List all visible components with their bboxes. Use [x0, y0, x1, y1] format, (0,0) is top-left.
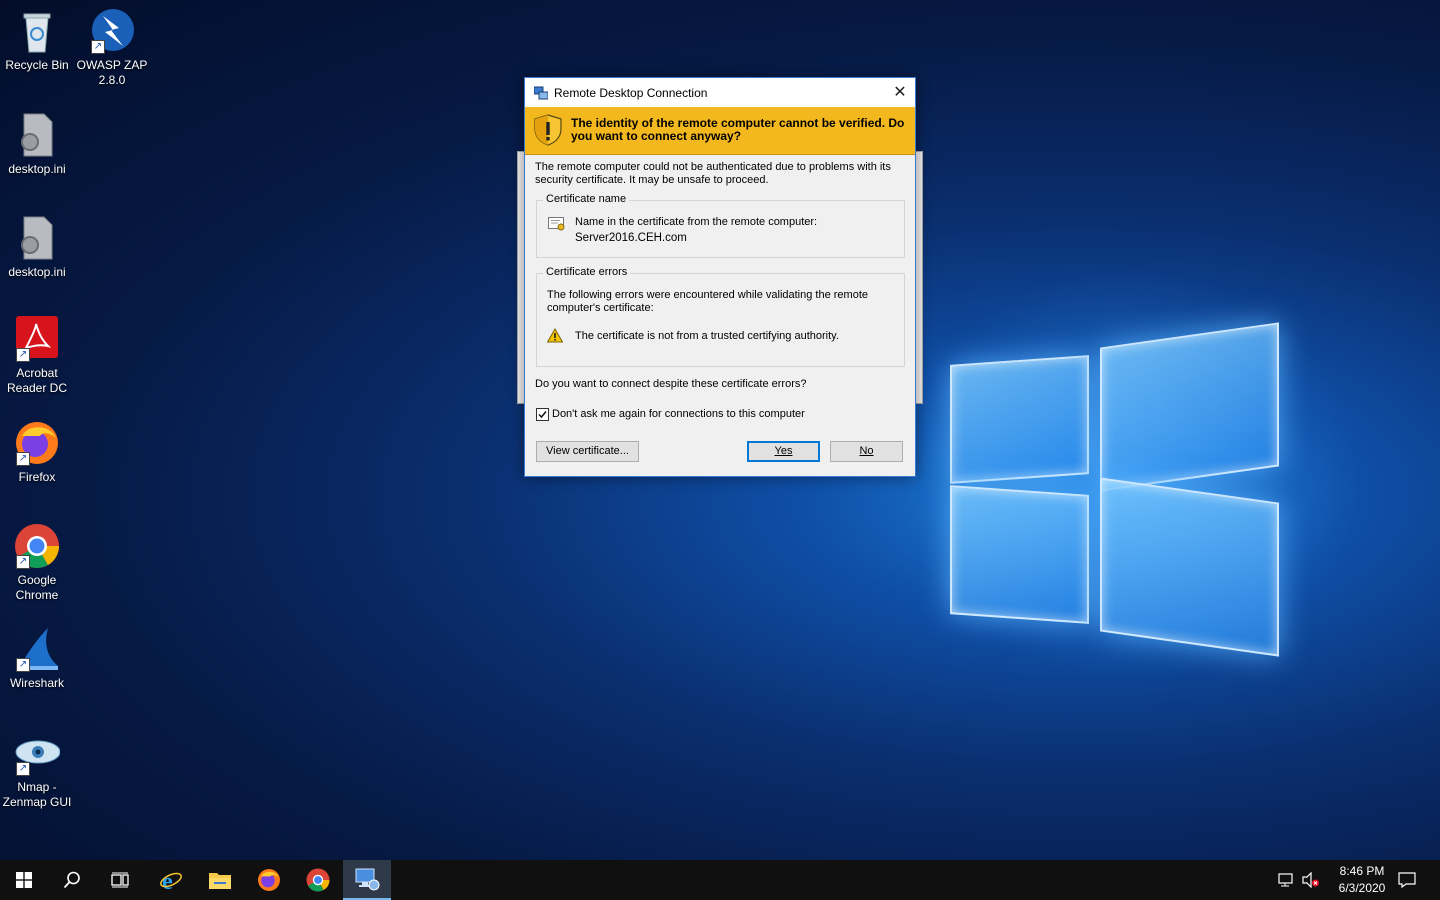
task-view-button[interactable]	[96, 860, 144, 900]
windows-start-icon	[16, 872, 32, 888]
close-icon: ✕	[893, 84, 907, 101]
notification-icon	[1398, 872, 1416, 889]
action-center-button[interactable]	[1398, 872, 1416, 893]
desktop-icon-nmap[interactable]: ↗ Nmap - Zenmap GUI	[0, 730, 74, 810]
dont-ask-again-checkbox[interactable]	[536, 408, 549, 421]
network-tray-button[interactable]	[1278, 872, 1296, 893]
certificate-errors-group: Certificate errors The following errors …	[536, 266, 905, 367]
view-certificate-button[interactable]: View certificate...	[536, 441, 639, 462]
yes-button[interactable]: Yes	[747, 441, 820, 462]
intro-text: The remote computer could not be authent…	[535, 161, 891, 186]
clock-time: 8:46 PM	[1339, 864, 1385, 878]
taskbar-firefox[interactable]	[245, 860, 293, 900]
dont-ask-again-checkbox-row[interactable]: Don't ask me again for connections to th…	[536, 408, 805, 421]
taskbar-clock[interactable]: 8:46 PM 6/3/2020	[1330, 863, 1394, 897]
shield-warning-icon	[534, 114, 562, 146]
dont-ask-again-label: Don't ask me again for connections to th…	[552, 408, 805, 420]
start-button[interactable]	[0, 860, 48, 900]
network-icon	[1278, 873, 1293, 887]
dialog-title: Remote Desktop Connection	[554, 85, 708, 100]
volume-tray-button[interactable]	[1302, 871, 1320, 893]
desktop-icon-label: Recycle Bin	[5, 58, 69, 72]
no-button[interactable]: No	[830, 441, 903, 462]
task-view-icon	[111, 872, 129, 888]
dialog-titlebar[interactable]: Remote Desktop Connection ✕	[525, 78, 915, 107]
connect-question: Do you want to connect despite these cer…	[535, 378, 807, 390]
folder-icon	[209, 873, 231, 889]
warning-triangle-icon	[546, 327, 564, 343]
nmap-icon: ↗	[14, 730, 61, 776]
svg-text:e: e	[162, 869, 173, 892]
certificate-icon	[548, 217, 566, 231]
warning-banner: The identity of the remote computer cann…	[525, 107, 915, 155]
volume-muted-icon	[1302, 871, 1319, 889]
firefox-icon: ↗	[14, 420, 60, 466]
remote-desktop-icon	[355, 868, 380, 891]
search-button[interactable]	[48, 860, 96, 900]
desktop-icon-desktop-ini-2[interactable]: desktop.ini	[0, 215, 74, 280]
owasp-zap-icon: ↗	[89, 8, 135, 54]
desktop-icon-acrobat[interactable]: ↗ Acrobat Reader DC	[0, 316, 74, 396]
desktop-icon-owasp-zap[interactable]: ↗ OWASP ZAP 2.8.0	[75, 8, 149, 88]
desktop-icon-label: Wireshark	[9, 676, 64, 690]
errors-intro-text: The following errors were encountered wh…	[547, 289, 869, 314]
certificate-name-group-label: Certificate name	[543, 193, 630, 205]
desktop-icon-chrome[interactable]: ↗ Google Chrome	[0, 523, 74, 603]
no-button-label: No	[859, 445, 874, 457]
certificate-error-item: The certificate is not from a trusted ce…	[575, 330, 839, 342]
clock-date: 6/3/2020	[1338, 881, 1386, 895]
desktop-icon-label: desktop.ini	[8, 265, 66, 279]
certificate-errors-group-label: Certificate errors	[543, 266, 631, 278]
close-button[interactable]: ✕	[885, 78, 915, 107]
windows-logo-wallpaper	[940, 305, 1285, 657]
rdp-certificate-dialog: Remote Desktop Connection ✕ The identity…	[524, 77, 916, 477]
yes-button-label: Yes	[774, 445, 793, 457]
internet-explorer-icon: e	[160, 869, 182, 892]
desktop-icon-recycle-bin[interactable]: Recycle Bin	[0, 8, 74, 73]
desktop-icon-wireshark[interactable]: ↗ Wireshark	[0, 626, 74, 691]
desktop-icon-label: OWASP ZAP 2.8.0	[76, 58, 148, 87]
settings-file-icon	[14, 215, 60, 261]
chrome-icon: ↗	[14, 523, 60, 569]
checkmark-icon	[538, 411, 547, 419]
settings-file-icon	[14, 112, 60, 158]
desktop-icon-firefox[interactable]: ↗ Firefox	[0, 420, 74, 485]
certificate-name-value: Server2016.CEH.com	[575, 232, 687, 244]
taskbar-chrome[interactable]	[294, 860, 342, 900]
search-icon	[63, 871, 80, 889]
desktop-icon-label: desktop.ini	[8, 162, 66, 176]
wireshark-icon: ↗	[14, 626, 60, 672]
recycle-bin-icon	[14, 8, 60, 54]
desktop-icon-label: Google Chrome	[15, 573, 59, 602]
taskbar-internet-explorer[interactable]: e	[147, 860, 195, 900]
desktop-icon-label: Acrobat Reader DC	[6, 366, 68, 395]
remote-desktop-icon	[533, 86, 549, 100]
acrobat-icon: ↗	[14, 316, 60, 362]
certificate-name-group: Certificate name Name in the certificate…	[536, 193, 905, 258]
desktop-icon-label: Nmap - Zenmap GUI	[2, 780, 72, 809]
desktop-icon-label: Firefox	[18, 470, 56, 484]
desktop-icon-desktop-ini-1[interactable]: desktop.ini	[0, 112, 74, 177]
chrome-icon	[306, 868, 330, 892]
taskbar-file-explorer[interactable]	[196, 860, 244, 900]
taskbar: e 8:46 PM 6/3/2020	[0, 860, 1440, 900]
taskbar-remote-desktop[interactable]	[343, 860, 391, 900]
warning-banner-text: The identity of the remote computer cann…	[571, 116, 905, 143]
certificate-name-line: Name in the certificate from the remote …	[575, 216, 818, 228]
firefox-icon	[258, 869, 280, 891]
